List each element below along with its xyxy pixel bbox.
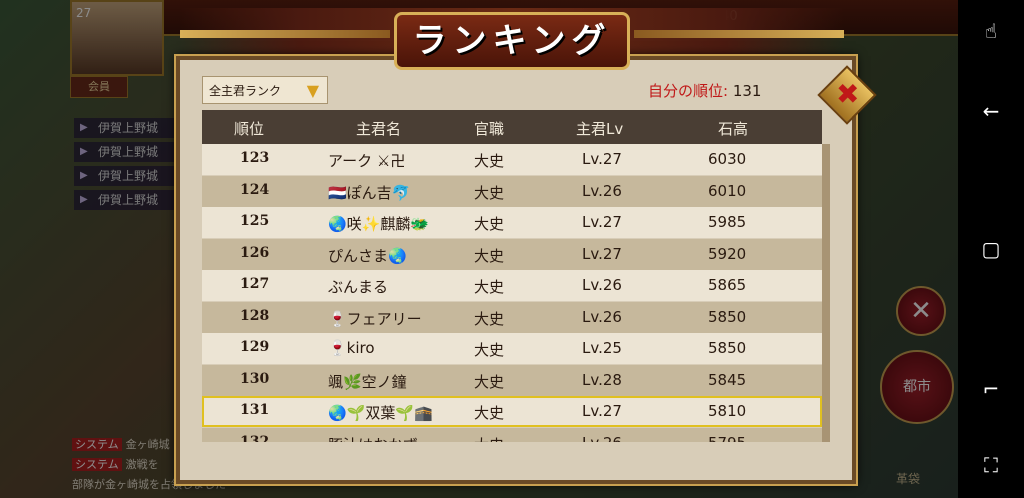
title-cell: 大史: [474, 246, 505, 265]
table-row[interactable]: 130 颯🌿空ノ鐘 大史 Lv.28 5845: [202, 364, 822, 396]
name-cell: ぴんさま🌏: [328, 246, 407, 265]
column-header-rank: 順位: [234, 120, 265, 138]
scrollbar[interactable]: [822, 144, 830, 442]
title-cell: 大史: [474, 341, 505, 359]
koku-cell: 5865: [708, 276, 747, 294]
level-cell: Lv.26: [582, 181, 622, 200]
dialog-title: ランキング: [394, 12, 630, 70]
name-cell: 颯🌿空ノ鐘: [328, 372, 407, 391]
my-rank-value: 131: [732, 82, 762, 100]
close-icon: ✖: [835, 77, 860, 111]
level-cell: Lv.27: [582, 402, 622, 420]
name-cell: アーク ⚔卍: [328, 152, 406, 170]
level-cell: Lv.26: [582, 307, 622, 326]
chevron-down-icon: ▼: [306, 81, 319, 100]
level-cell: Lv.25: [582, 339, 622, 357]
koku-cell: 6010: [708, 181, 747, 200]
rank-filter-dropdown[interactable]: 全主君ランク ▼: [202, 76, 328, 104]
table-row[interactable]: 129 🍷kiro 大史 Lv.25 5850: [202, 333, 822, 364]
name-cell: 🌏🌱双葉🌱🕋: [328, 404, 433, 422]
koku-cell: 5920: [708, 244, 747, 263]
koku-cell: 5985: [708, 213, 747, 231]
name-cell: 🇳🇱ぽん吉🐬: [328, 183, 411, 202]
table-row-self[interactable]: 131 🌏🌱双葉🌱🕋 大史 Lv.27 5810: [202, 396, 822, 427]
level-cell: Lv.26: [582, 434, 622, 443]
column-header-koku: 石高: [718, 120, 749, 138]
table-row[interactable]: 126 ぴんさま🌏 大史 Lv.27 5920: [202, 238, 822, 270]
level-cell: Lv.26: [582, 276, 622, 294]
accessibility-icon[interactable]: ☝: [978, 18, 1004, 44]
table-row[interactable]: 132 豚汁はおかず 大史 Lv.26 5795: [202, 427, 822, 443]
banner-wing-right: [634, 30, 844, 38]
name-cell: 🍷kiro: [328, 339, 375, 357]
title-cell: 大史: [474, 404, 505, 422]
rank-cell: 126: [240, 244, 270, 261]
ranking-table-body[interactable]: 123 アーク ⚔卍 大史 Lv.27 6030 124 🇳🇱ぽん吉🐬 大史 Lv.26 6010…: [202, 144, 822, 442]
table-row[interactable]: 127 ぶんまる 大史 Lv.26 5865: [202, 270, 822, 301]
name-cell: 豚汁はおかず: [328, 434, 418, 443]
table-row[interactable]: 124 🇳🇱ぽん吉🐬 大史 Lv.26 6010: [202, 175, 822, 207]
back-icon[interactable]: ←: [978, 98, 1004, 124]
screenshot-icon[interactable]: ⛶: [978, 452, 1004, 478]
table-row[interactable]: 125 🌏咲✨麒麟🐲 大史 Lv.27 5985: [202, 207, 822, 238]
koku-cell: 6030: [708, 150, 747, 168]
title-cell: 大史: [474, 434, 504, 443]
table-row[interactable]: 123 アーク ⚔卍 大史 Lv.27 6030: [202, 144, 822, 175]
koku-cell: 5845: [708, 370, 747, 389]
rank-cell: 127: [240, 276, 270, 292]
rank-cell: 129: [240, 339, 270, 355]
banner-wing-left: [180, 30, 390, 38]
rank-cell: 128: [240, 307, 270, 324]
name-cell: 🍷フェアリー: [328, 309, 422, 328]
rank-cell: 132: [240, 433, 270, 443]
column-header-title: 官職: [474, 120, 505, 138]
rank-cell: 131: [240, 402, 270, 418]
rank-cell: 130: [240, 370, 270, 387]
name-cell: 🌏咲✨麒麟🐲: [328, 215, 430, 233]
rank-cell: 124: [240, 181, 270, 198]
title-cell: 大史: [474, 215, 505, 233]
koku-cell: 5810: [708, 402, 747, 420]
recents-icon[interactable]: ⌐: [978, 376, 1004, 402]
title-cell: 大史: [474, 183, 505, 202]
title-cell: 大史: [474, 309, 505, 328]
filter-label: 全主君ランク: [209, 84, 282, 98]
title-cell: 大史: [474, 278, 505, 296]
table-row[interactable]: 128 🍷フェアリー 大史 Lv.26 5850: [202, 301, 822, 333]
rank-cell: 125: [240, 213, 270, 229]
level-cell: Lv.27: [582, 244, 622, 263]
ranking-table-header: 順位 主君名 官職 主君Lv 石高: [202, 110, 822, 144]
level-cell: Lv.27: [582, 213, 622, 231]
title-cell: 大史: [474, 152, 505, 170]
level-cell: Lv.27: [582, 150, 622, 168]
home-icon[interactable]: ▢: [978, 236, 1004, 262]
android-nav-bar: ☝ ← ▢ ⌐ ⛶: [958, 0, 1024, 498]
my-rank: 自分の順位: 131: [648, 80, 761, 101]
column-header-level: 主君Lv: [576, 120, 624, 138]
koku-cell: 5795: [708, 434, 746, 443]
my-rank-label: 自分の順位:: [648, 82, 729, 100]
rank-cell: 123: [240, 150, 270, 166]
koku-cell: 5850: [708, 307, 747, 326]
title-cell: 大史: [474, 372, 505, 391]
column-header-name: 主君名: [356, 120, 402, 138]
koku-cell: 5850: [708, 339, 747, 357]
name-cell: ぶんまる: [328, 278, 389, 296]
level-cell: Lv.28: [582, 370, 622, 389]
